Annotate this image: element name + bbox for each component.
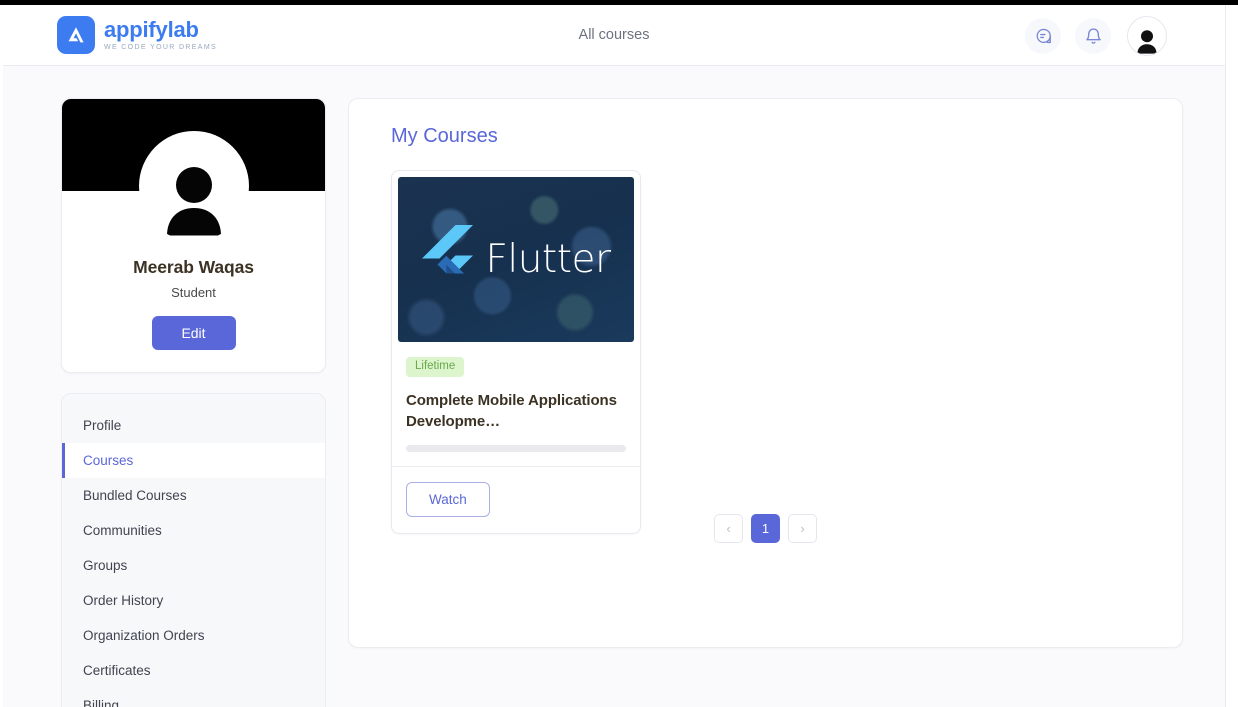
window-left-edge xyxy=(0,0,3,707)
sidebar-item-order-history[interactable]: Order History xyxy=(62,583,325,618)
brand-tagline: WE CODE YOUR DREAMS xyxy=(104,43,218,51)
sidebar-item-profile[interactable]: Profile xyxy=(62,408,325,443)
pagination-prev-button[interactable]: ‹ xyxy=(714,514,743,543)
notifications-button[interactable] xyxy=(1075,18,1111,54)
profile-name: Meerab Waqas xyxy=(133,257,254,277)
page-content: Meerab Waqas Student Edit Profile Course… xyxy=(3,66,1225,707)
page-scrollbar-track[interactable] xyxy=(1225,5,1238,707)
watch-button[interactable]: Watch xyxy=(406,482,490,518)
user-avatar-icon xyxy=(1132,27,1162,55)
messages-button[interactable] xyxy=(1025,18,1061,54)
flutter-logo-icon xyxy=(421,225,475,294)
sidebar-item-bundled-courses[interactable]: Bundled Courses xyxy=(62,478,325,513)
pagination: ‹ 1 › xyxy=(349,514,1182,543)
course-progress-bar xyxy=(406,445,626,453)
left-column: Meerab Waqas Student Edit Profile Course… xyxy=(61,98,326,707)
window-top-bar xyxy=(0,0,1238,5)
status-badge: Lifetime xyxy=(406,357,465,377)
app-header: appifylab WE CODE YOUR DREAMS All course… xyxy=(3,5,1225,66)
sidebar-item-communities[interactable]: Communities xyxy=(62,513,325,548)
profile-role: Student xyxy=(171,285,216,300)
course-title: Complete Mobile Applications Developme… xyxy=(406,391,617,430)
panel-title: My Courses xyxy=(391,125,498,147)
sidebar-item-courses[interactable]: Courses xyxy=(62,443,325,478)
course-meta: Lifetime Complete Mobile Applications De… xyxy=(392,342,640,453)
sidebar-item-groups[interactable]: Groups xyxy=(62,548,325,583)
avatar[interactable] xyxy=(1127,16,1167,56)
course-card[interactable]: Flutter Lifetime Complete Mobile Applica… xyxy=(391,170,641,535)
sidebar-item-organization-orders[interactable]: Organization Orders xyxy=(62,618,325,653)
pagination-page-1-button[interactable]: 1 xyxy=(751,514,780,543)
course-thumbnail-wordmark: Flutter xyxy=(485,237,611,282)
pagination-next-button[interactable]: › xyxy=(788,514,817,543)
sidebar-item-billing[interactable]: Billing xyxy=(62,688,325,707)
my-courses-panel: My Courses Flutter Lifetime Complete Mob… xyxy=(348,98,1183,648)
header-actions xyxy=(1025,16,1167,56)
profile-banner xyxy=(62,99,325,241)
bell-icon xyxy=(1084,27,1103,46)
edit-profile-button[interactable]: Edit xyxy=(151,316,236,350)
profile-avatar[interactable] xyxy=(138,131,249,241)
app-shell: appifylab WE CODE YOUR DREAMS All course… xyxy=(3,5,1225,707)
profile-sidebar-nav: Profile Courses Bundled Courses Communit… xyxy=(61,393,326,707)
course-thumbnail: Flutter xyxy=(398,177,634,342)
course-grid: Flutter Lifetime Complete Mobile Applica… xyxy=(391,170,1160,535)
profile-card: Meerab Waqas Student Edit xyxy=(61,98,326,373)
speech-bubble-icon xyxy=(1034,27,1053,46)
user-avatar-icon xyxy=(151,159,237,241)
sidebar-item-certificates[interactable]: Certificates xyxy=(62,653,325,688)
